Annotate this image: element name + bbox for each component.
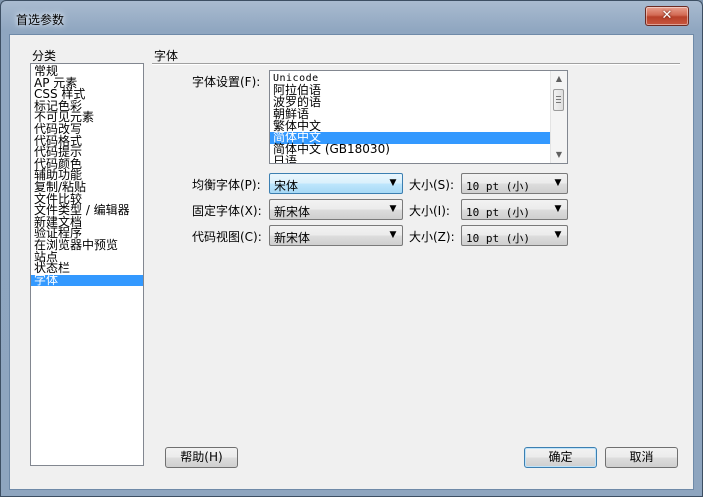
font-setting-item[interactable]: 日语 bbox=[270, 155, 550, 163]
font-settings-label: 字体设置(F): bbox=[192, 75, 261, 89]
fixed-size-value: 10 pt (小) bbox=[466, 206, 530, 219]
font-list-scrollbar[interactable]: ▲ ▼ bbox=[550, 71, 567, 163]
chevron-down-icon: ▼ bbox=[554, 230, 562, 240]
dialog-body: 分类 常规 AP 元素 CSS 样式 标记色彩 不可见元素 代码改写 代码格式 代码提示 代码颜… bbox=[9, 34, 694, 490]
fixed-font-value: 新宋体 bbox=[274, 205, 311, 219]
scroll-down-icon[interactable]: ▼ bbox=[551, 147, 567, 163]
fixed-size-select[interactable]: 10 pt (小) ▼ bbox=[461, 199, 568, 220]
title-bar[interactable]: 首选参数 ✕ bbox=[1, 1, 702, 34]
code-view-font-value: 新宋体 bbox=[274, 231, 311, 245]
fixed-size-label: 大小(I): bbox=[409, 204, 450, 218]
proportional-font-value: 宋体 bbox=[274, 179, 299, 193]
window-title: 首选参数 bbox=[16, 13, 65, 27]
section-title: 字体 bbox=[154, 49, 179, 63]
ok-button[interactable]: 确定 bbox=[524, 447, 597, 468]
preferences-dialog: 首选参数 ✕ 分类 常规 AP 元素 CSS 样式 标记色彩 不可见元素 代码改写 代码格式… bbox=[0, 0, 703, 497]
fixed-font-select[interactable]: 新宋体 ▼ bbox=[269, 199, 403, 220]
scroll-thumb[interactable] bbox=[553, 89, 564, 111]
font-settings-list[interactable]: Unicode 阿拉伯语 波罗的语 朝鲜语 繁体中文 简体中文 简体中文 (GB18030)… bbox=[269, 70, 568, 164]
chevron-down-icon: ▼ bbox=[389, 178, 397, 188]
scroll-up-icon[interactable]: ▲ bbox=[551, 71, 567, 87]
category-label: 分类 bbox=[32, 49, 57, 63]
chevron-down-icon: ▼ bbox=[389, 204, 397, 214]
cancel-button[interactable]: 取消 bbox=[605, 447, 678, 468]
code-view-size-value: 10 pt (小) bbox=[466, 232, 530, 245]
proportional-font-select[interactable]: 宋体 ▼ bbox=[269, 173, 403, 194]
code-view-font-select[interactable]: 新宋体 ▼ bbox=[269, 225, 403, 246]
chevron-down-icon: ▼ bbox=[554, 178, 562, 188]
close-button[interactable]: ✕ bbox=[645, 6, 689, 26]
code-view-size-label: 大小(Z): bbox=[409, 230, 455, 244]
fixed-font-label: 固定字体(X): bbox=[192, 204, 262, 218]
help-button[interactable]: 帮助(H) bbox=[165, 447, 238, 468]
category-list[interactable]: 常规 AP 元素 CSS 样式 标记色彩 不可见元素 代码改写 代码格式 代码提示 代码颜色 辅助… bbox=[30, 63, 144, 466]
font-setting-item[interactable]: 波罗的语 bbox=[270, 96, 550, 109]
code-view-size-select[interactable]: 10 pt (小) ▼ bbox=[461, 225, 568, 246]
proportional-size-select[interactable]: 10 pt (小) ▼ bbox=[461, 173, 568, 194]
chevron-down-icon: ▼ bbox=[554, 204, 562, 214]
proportional-size-value: 10 pt (小) bbox=[466, 180, 530, 193]
proportional-size-label: 大小(S): bbox=[409, 178, 455, 192]
category-item[interactable]: 字体 bbox=[31, 274, 143, 287]
code-view-font-label: 代码视图(C): bbox=[192, 230, 262, 244]
font-setting-item[interactable]: 简体中文 (GB18030) bbox=[270, 143, 550, 156]
proportional-font-label: 均衡字体(P): bbox=[192, 178, 261, 192]
close-icon: ✕ bbox=[661, 8, 673, 23]
chevron-down-icon: ▼ bbox=[389, 230, 397, 240]
section-divider bbox=[152, 63, 680, 65]
